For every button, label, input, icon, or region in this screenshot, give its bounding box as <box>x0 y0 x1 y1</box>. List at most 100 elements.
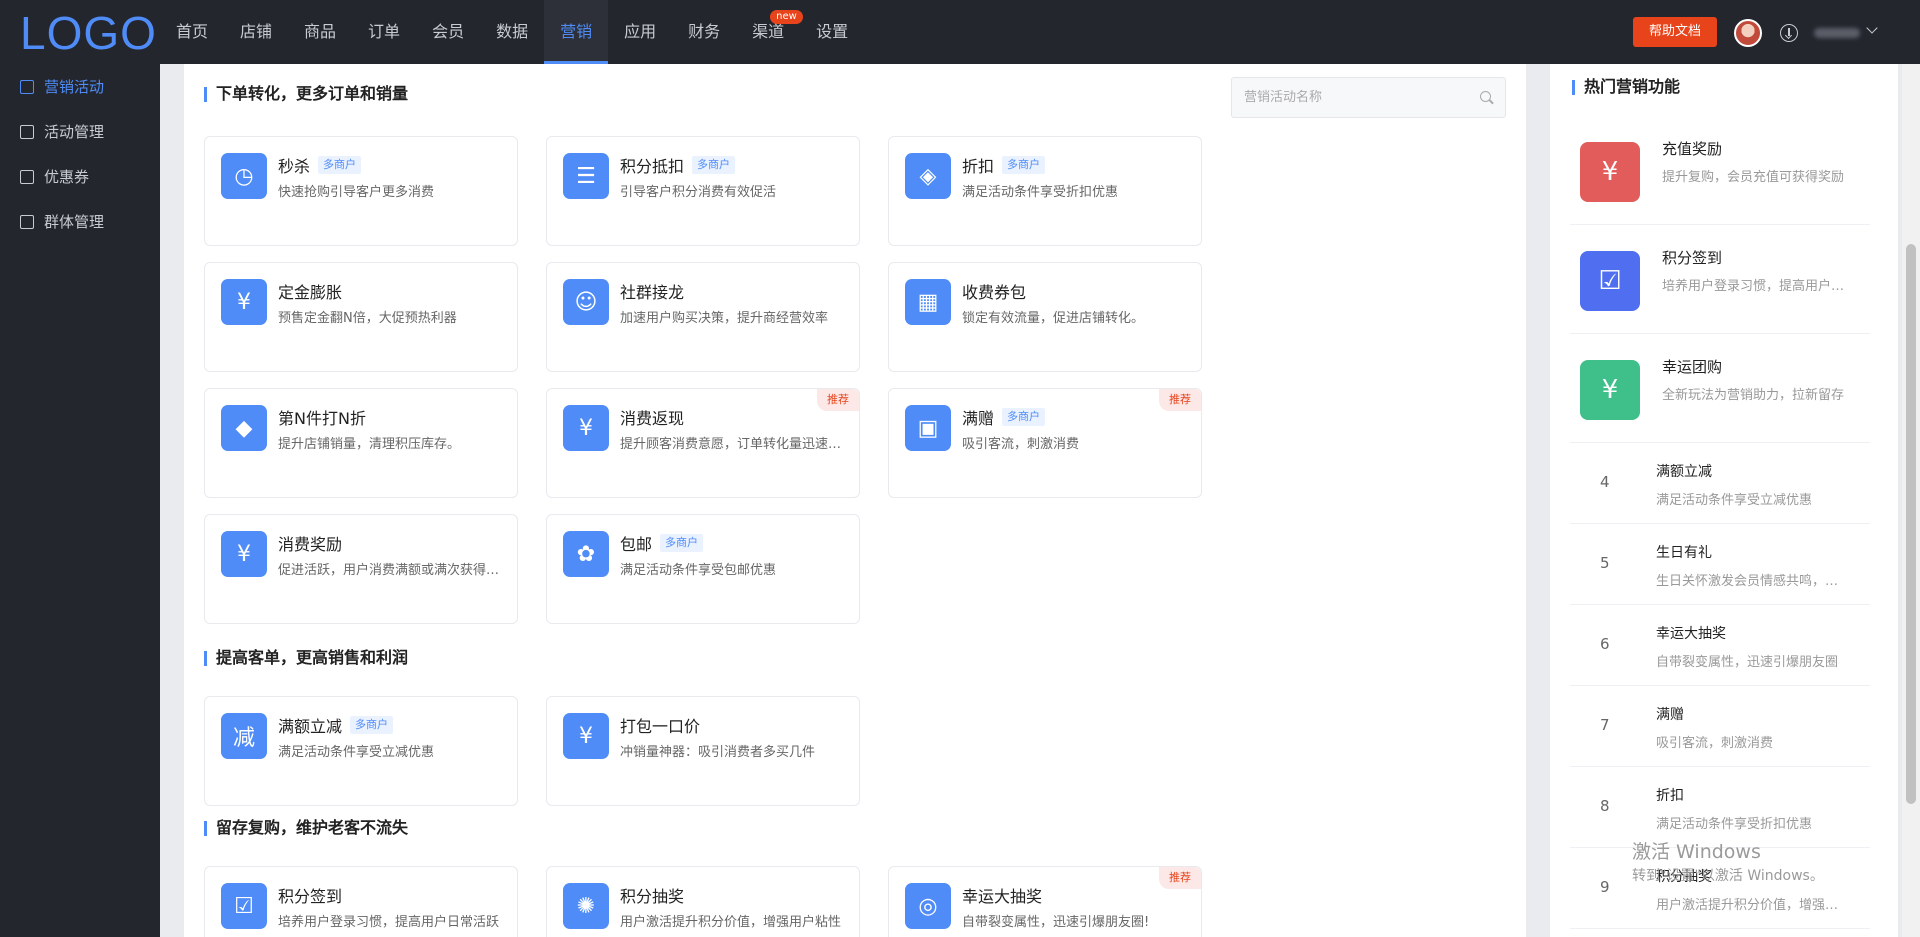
marketing-card[interactable]: ¥ 打包一口价 冲销量神器：吸引消费者多买几件 <box>546 696 860 806</box>
hot-item-rank: 4 <box>1600 473 1610 491</box>
lottery-wheel-icon: ✺ <box>563 883 609 929</box>
nav-item-4[interactable]: 会员 <box>416 0 480 64</box>
card-desc: 满足活动条件享受包邮优惠 <box>620 563 777 578</box>
nav-item-2[interactable]: 商品 <box>288 0 352 64</box>
nav-item-5[interactable]: 数据 <box>480 0 544 64</box>
card-title-row: 消费返现 <box>620 405 684 429</box>
logo[interactable]: LOGO <box>20 6 157 60</box>
username[interactable] <box>1814 28 1860 38</box>
nav-item-1[interactable]: 店铺 <box>224 0 288 64</box>
marketing-card[interactable]: ▣ 满赠 多商户 吸引客流，刺激消费 推荐 <box>888 388 1202 498</box>
sidebar-item-label: 活动管理 <box>44 123 105 141</box>
card-desc: 提升顾客消费意愿，订单转化量迅速提升 <box>620 437 845 452</box>
card-desc: 培养用户登录习惯，提高用户日常活跃 <box>278 915 500 930</box>
nav-item-6[interactable]: 营销 <box>544 0 609 64</box>
hot-item-title: 充值奖励 <box>1662 140 1723 158</box>
marketing-card[interactable]: ◷ 秒杀 多商户 快速抢购引导客户更多消费 <box>204 136 518 246</box>
search-input[interactable] <box>1232 78 1472 117</box>
sidebar-item-2[interactable]: 优惠券 <box>0 154 160 199</box>
sidebar-item-label: 群体管理 <box>44 213 105 231</box>
hot-item-8[interactable]: 8 折扣 满足活动条件享受折扣优惠 <box>1570 767 1870 848</box>
hot-item-desc: 用户激活提升积分价值，增强用户粘性 <box>1656 898 1846 913</box>
card-title: 定金膨胀 <box>278 283 343 302</box>
group-users-icon: ☺ <box>563 279 609 325</box>
marketing-card[interactable]: ☺ 社群接龙 加速用户购买决策，提升商经营效率 <box>546 262 860 372</box>
card-title: 社群接龙 <box>620 283 685 302</box>
nav-item-7[interactable]: 应用 <box>608 0 672 64</box>
sidebar-item-0[interactable]: 营销活动 <box>0 64 160 109</box>
search-icon[interactable] <box>1480 91 1491 102</box>
hot-item-4[interactable]: 4 满额立减 满足活动条件享受立减优惠 <box>1570 443 1870 524</box>
marketing-card[interactable]: ◈ 折扣 多商户 满足活动条件享受折扣优惠 <box>888 136 1202 246</box>
hot-item-3[interactable]: ¥ 幸运团购 全新玩法为营销助力，拉新留存 <box>1570 334 1870 443</box>
marketing-card[interactable]: ☰ 积分抵扣 多商户引导客户积分消费有效促活 <box>546 136 860 246</box>
card-title-row: 社群接龙 <box>620 279 684 303</box>
multi-merchant-badge: 多商户 <box>350 716 394 734</box>
hot-item-1[interactable]: ¥ 充值奖励 提升复购，会员充值可获得奖励 <box>1570 116 1870 225</box>
card-desc: 引导客户积分消费有效促活 <box>620 185 777 200</box>
marketing-card[interactable]: ◎ 幸运大抽奖 自带裂变属性，迅速引爆朋友圈! 推荐 <box>888 866 1202 937</box>
deposit-clock-icon: ¥ <box>221 279 267 325</box>
hot-item-rank: 8 <box>1600 797 1610 815</box>
hot-item-rank: 9 <box>1600 878 1610 896</box>
nav-item-0[interactable]: 首页 <box>160 0 224 64</box>
coupon-icon <box>20 169 34 184</box>
marketing-card[interactable]: ✺ 积分抽奖 用户激活提升积分价值，增强用户粘性 <box>546 866 860 937</box>
sidebar-item-1[interactable]: 活动管理 <box>0 109 160 154</box>
card-title: 折扣 <box>962 157 995 176</box>
help-docs-button[interactable]: 帮助文档 <box>1633 17 1717 47</box>
section-title: 留存复购，维护老客不流失 <box>204 818 408 838</box>
marketing-card[interactable]: ¥ 消费奖励 促进活跃，用户消费满额或满次获得奖励 <box>204 514 518 624</box>
card-desc: 自带裂变属性，迅速引爆朋友圈! <box>962 915 1150 930</box>
hot-item-6[interactable]: 6 幸运大抽奖 自带裂变属性，迅速引爆朋友圈 <box>1570 605 1870 686</box>
nav-item-10[interactable]: 设置 <box>800 0 864 64</box>
hot-features-title: 热门营销功能 <box>1572 77 1680 97</box>
nav-item-9[interactable]: 渠道 new <box>736 0 803 64</box>
avatar[interactable] <box>1734 19 1762 47</box>
scrollbar[interactable] <box>1902 64 1920 937</box>
group-buy-icon: ¥ <box>1580 360 1640 420</box>
scrollbar-thumb[interactable] <box>1906 244 1916 804</box>
card-desc: 快速抢购引导客户更多消费 <box>278 185 435 200</box>
marketing-card[interactable]: ▦ 收费券包 锁定有效流量，促进店铺转化。 <box>888 262 1202 372</box>
hot-item-2[interactable]: ☑ 积分签到培养用户登录习惯，提高用户日常活跃 <box>1570 225 1870 334</box>
marketing-card[interactable]: ¥ 消费返现 提升顾客消费意愿，订单转化量迅速提升 推荐 <box>546 388 860 498</box>
card-title: 幸运大抽奖 <box>962 887 1043 906</box>
activity-icon <box>20 124 34 139</box>
lucky-draw-icon: ◎ <box>905 883 951 929</box>
card-title: 消费奖励 <box>278 535 343 554</box>
hot-item-desc: 培养用户登录习惯，提高用户日常活跃 <box>1662 279 1852 294</box>
discount-tag-icon: ◈ <box>905 153 951 199</box>
section-title: 提高客单，更高销售和利润 <box>204 648 408 668</box>
hot-features-panel: 热门营销功能 ¥ 充值奖励 提升复购，会员充值可获得奖励 ☑ 积分签到 培养用户登录习惯，… <box>1550 64 1898 937</box>
chevron-down-icon[interactable] <box>1866 22 1878 34</box>
card-title-row: 积分抵扣 多商户 <box>620 153 736 177</box>
main-nav: 首页 店铺 商品 订单 会员 数据 营销 应用 财务 渠道 new 设置 <box>160 0 864 64</box>
card-title-row: 定金膨胀 <box>278 279 342 303</box>
hot-item-desc: 满足活动条件享受立减优惠 <box>1656 493 1813 508</box>
new-badge: new <box>770 10 803 24</box>
coin-stack-icon: ☰ <box>563 153 609 199</box>
sidebar-item-3[interactable]: 群体管理 <box>0 199 160 244</box>
marketing-card[interactable]: ☑ 积分签到 培养用户登录习惯，提高用户日常活跃 <box>204 866 518 937</box>
card-desc: 锁定有效流量，促进店铺转化。 <box>962 311 1145 326</box>
hot-item-7[interactable]: 7 满赠 吸引客流，刺激消费 <box>1570 686 1870 767</box>
price-tag-icon: ◆ <box>221 405 267 451</box>
hot-item-9[interactable]: 9 积分抽奖用户激活提升积分价值，增强用户粘性 <box>1570 848 1870 929</box>
marketing-card[interactable]: 减满额立减 多商户 满足活动条件享受立减优惠 <box>204 696 518 806</box>
hot-item-desc: 自带裂变属性，迅速引爆朋友圈 <box>1656 655 1839 670</box>
card-desc: 冲销量神器：吸引消费者多买几件 <box>620 745 816 760</box>
download-icon[interactable] <box>1780 24 1798 42</box>
card-desc: 提升店铺销量，清理积压库存。 <box>278 437 461 452</box>
marketing-card[interactable]: ✿ 包邮 多商户 满足活动条件享受包邮优惠 <box>546 514 860 624</box>
sidebar: 营销活动活动管理优惠券群体管理 <box>0 64 160 937</box>
nav-item-8[interactable]: 财务 <box>672 0 736 64</box>
marketing-card[interactable]: ¥ 定金膨胀 预售定金翻N倍，大促预热利器 <box>204 262 518 372</box>
card-title: 积分抽奖 <box>620 887 685 906</box>
hot-item-5[interactable]: 5 生日有礼生日关怀激发会员情感共鸣，提升复购 <box>1570 524 1870 605</box>
nav-item-3[interactable]: 订单 <box>352 0 416 64</box>
hot-item-rank: 5 <box>1600 554 1610 572</box>
card-title: 满额立减 <box>278 717 343 736</box>
marketing-card[interactable]: ◆ 第N件打N折 提升店铺销量，清理积压库存。 <box>204 388 518 498</box>
package-price-icon: ¥ <box>563 713 609 759</box>
